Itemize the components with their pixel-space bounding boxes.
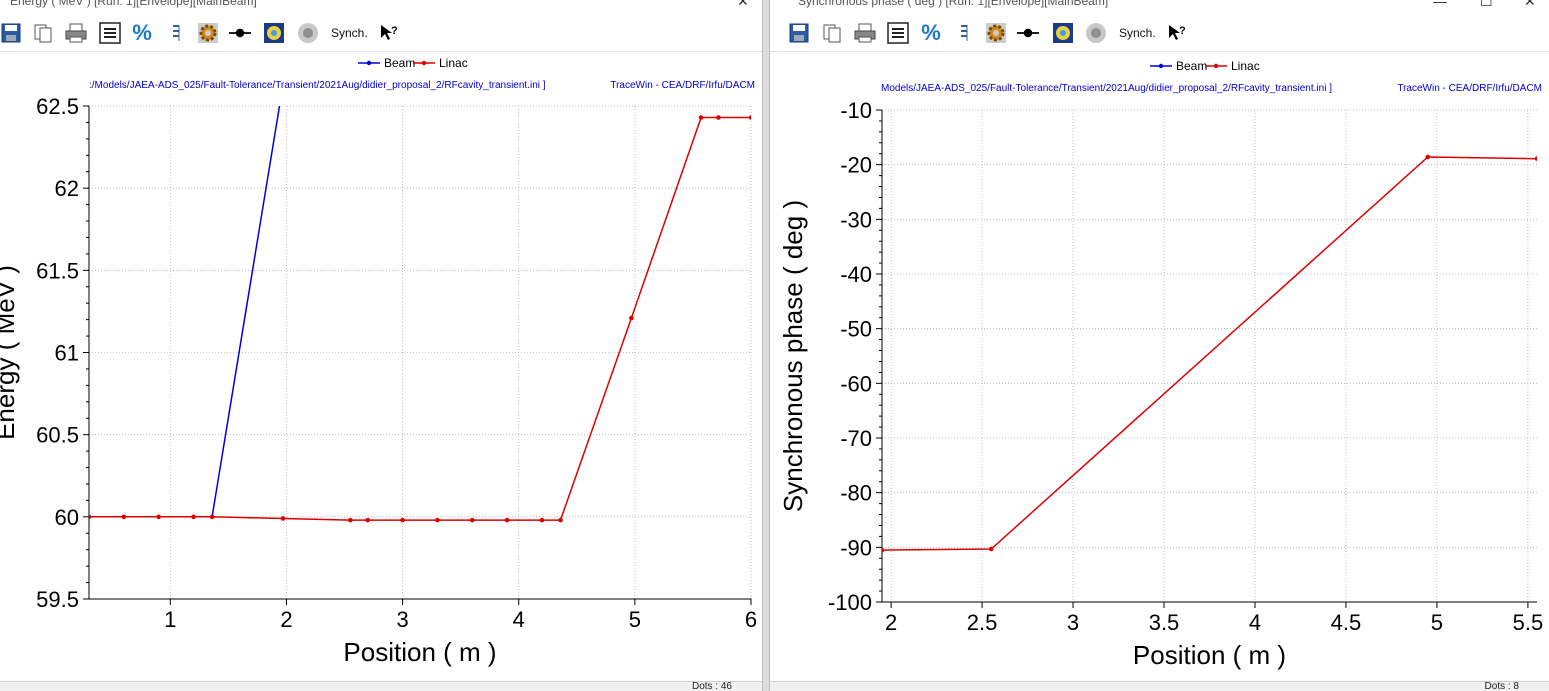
y-axis-label: Energy ( MeV ) xyxy=(0,265,20,440)
phase-plot-window: Synchronous phase ( deg ) [Run: 1][Envel… xyxy=(770,0,1549,691)
y-tick-label: 62 xyxy=(55,176,79,201)
data-point-linac xyxy=(539,517,545,523)
x-tick-label: 2.5 xyxy=(967,610,998,635)
y-tick-label: 60.5 xyxy=(36,423,79,448)
data-point-linac xyxy=(1534,156,1537,161)
file-path-label: Models/JAEA-ADS_025/Fault-Tolerance/Tran… xyxy=(881,83,1332,94)
data-point-linac xyxy=(698,115,704,120)
y-tick-label: -100 xyxy=(828,590,872,615)
x-tick-label: 5 xyxy=(629,607,641,632)
data-point-linac xyxy=(121,514,127,520)
y-tick-label: -20 xyxy=(840,153,872,178)
x-tick-label: 3 xyxy=(396,607,408,632)
data-point-linac xyxy=(558,517,563,523)
data-point-linac xyxy=(400,517,405,523)
data-point-linac xyxy=(348,517,353,523)
legend-marker-beam xyxy=(366,60,372,66)
x-tick-label: 4 xyxy=(1249,610,1261,635)
x-tick-label: 2 xyxy=(280,607,292,632)
y-tick-label: 59.5 xyxy=(36,587,79,612)
file-path-label: :/Models/JAEA-ADS_025/Fault-Tolerance/Tr… xyxy=(89,80,546,91)
synchronous-phase-chart: Beam Linac Models/JAEA-ADS_025/Fault-Toler… xyxy=(778,59,1544,670)
legend-label-linac: Linac xyxy=(439,56,468,70)
y-axis-label: Synchronous phase ( deg ) xyxy=(778,200,808,512)
x-tick-label: 4 xyxy=(513,607,525,632)
y-tick-label: -90 xyxy=(840,535,872,560)
data-point-linac xyxy=(716,115,721,120)
data-point-linac xyxy=(1425,154,1431,160)
energy-chart: Beam Linac :/Models/JAEA-ADS_025/Fault-Tol… xyxy=(0,56,757,667)
legend-label-beam: Beam xyxy=(1176,59,1207,73)
y-tick-label: -70 xyxy=(840,426,872,451)
x-tick-label: 5 xyxy=(1431,610,1443,635)
legend-marker-beam xyxy=(1158,63,1164,69)
data-point-linac xyxy=(435,517,440,523)
status-bar: Dots : 8 xyxy=(770,681,1549,691)
dots-count: Dots : 46 xyxy=(691,681,732,691)
series-line-linac xyxy=(89,116,751,521)
y-tick-label: 61.5 xyxy=(36,258,79,283)
y-tick-label: -50 xyxy=(840,317,872,342)
credit-label: TraceWin - CEA/DRF/Irfu/DACM xyxy=(610,80,755,91)
x-tick-label: 2 xyxy=(885,610,897,635)
series-line-linac xyxy=(882,156,1537,551)
data-point-linac xyxy=(191,514,196,520)
dots-count: Dots : 8 xyxy=(1484,681,1519,691)
y-tick-label: 61 xyxy=(55,341,79,366)
y-tick-label: -10 xyxy=(840,98,872,123)
credit-label: TraceWin - CEA/DRF/Irfu/DACM xyxy=(1397,83,1542,94)
legend-marker-linac xyxy=(421,60,427,66)
x-tick-label: 4.5 xyxy=(1331,610,1362,635)
legend-marker-linac xyxy=(1213,63,1219,69)
data-point-linac xyxy=(280,516,286,521)
data-point-linac xyxy=(882,547,885,553)
y-tick-label: 62.5 xyxy=(36,94,79,119)
status-bar: Dots : 46 xyxy=(0,681,762,691)
y-tick-label: -80 xyxy=(840,481,872,506)
x-tick-label: 3.5 xyxy=(1149,610,1180,635)
x-axis-label: Position ( m ) xyxy=(1133,640,1286,670)
window-splitter[interactable] xyxy=(762,0,770,691)
x-axis-label: Position ( m ) xyxy=(343,637,496,667)
energy-plot-window: Energy ( MeV ) [Run: 1][Envelope][MainBe… xyxy=(0,0,762,691)
y-tick-label: -40 xyxy=(840,262,872,287)
y-tick-label: -60 xyxy=(840,371,872,396)
legend-label-beam: Beam xyxy=(384,56,415,70)
data-point-linac xyxy=(988,546,994,552)
y-tick-label: 60 xyxy=(55,505,79,530)
data-point-linac xyxy=(365,517,371,523)
data-point-linac xyxy=(748,115,751,120)
data-point-linac xyxy=(156,514,161,520)
x-tick-label: 6 xyxy=(745,607,757,632)
legend-label-linac: Linac xyxy=(1231,59,1260,73)
data-point-linac xyxy=(504,517,510,523)
data-point-linac xyxy=(629,315,634,321)
x-tick-label: 1 xyxy=(164,607,176,632)
data-point-linac xyxy=(469,517,475,523)
x-tick-label: 3 xyxy=(1067,610,1079,635)
x-tick-label: 5.5 xyxy=(1513,610,1544,635)
data-point-linac xyxy=(209,514,215,520)
series-line-beam xyxy=(211,106,281,517)
y-tick-label: -30 xyxy=(840,207,872,232)
